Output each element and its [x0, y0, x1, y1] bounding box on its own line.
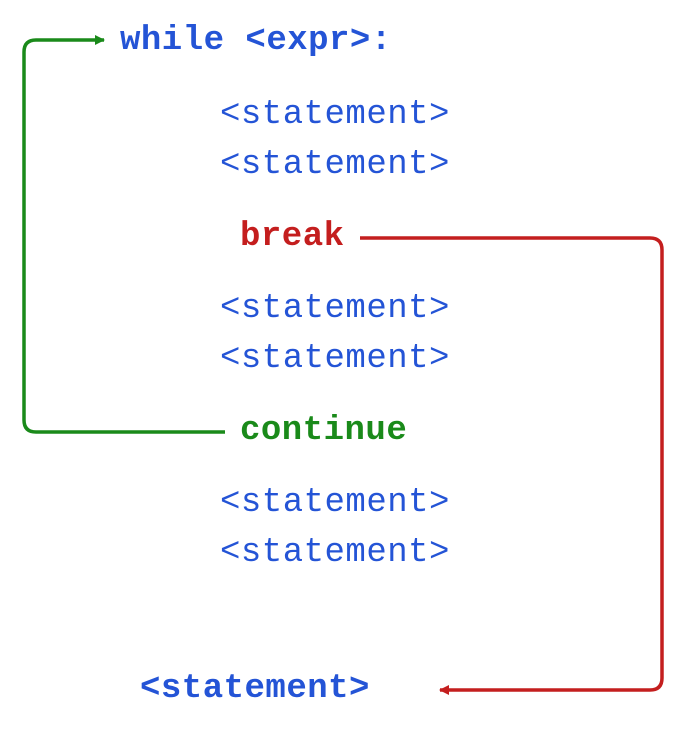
continue-arrow [24, 40, 225, 432]
after-loop-statement: <statement> [140, 670, 370, 708]
statement-5: <statement> [220, 484, 450, 522]
statement-4: <statement> [220, 340, 450, 378]
while-header: while <expr>: [120, 22, 392, 60]
statement-6: <statement> [220, 534, 450, 572]
continue-keyword: continue [240, 412, 407, 450]
while-loop-diagram: while <expr>: <statement> <statement> br… [0, 0, 693, 754]
statement-3: <statement> [220, 290, 450, 328]
break-keyword: break [240, 218, 345, 256]
statement-2: <statement> [220, 146, 450, 184]
statement-1: <statement> [220, 96, 450, 134]
